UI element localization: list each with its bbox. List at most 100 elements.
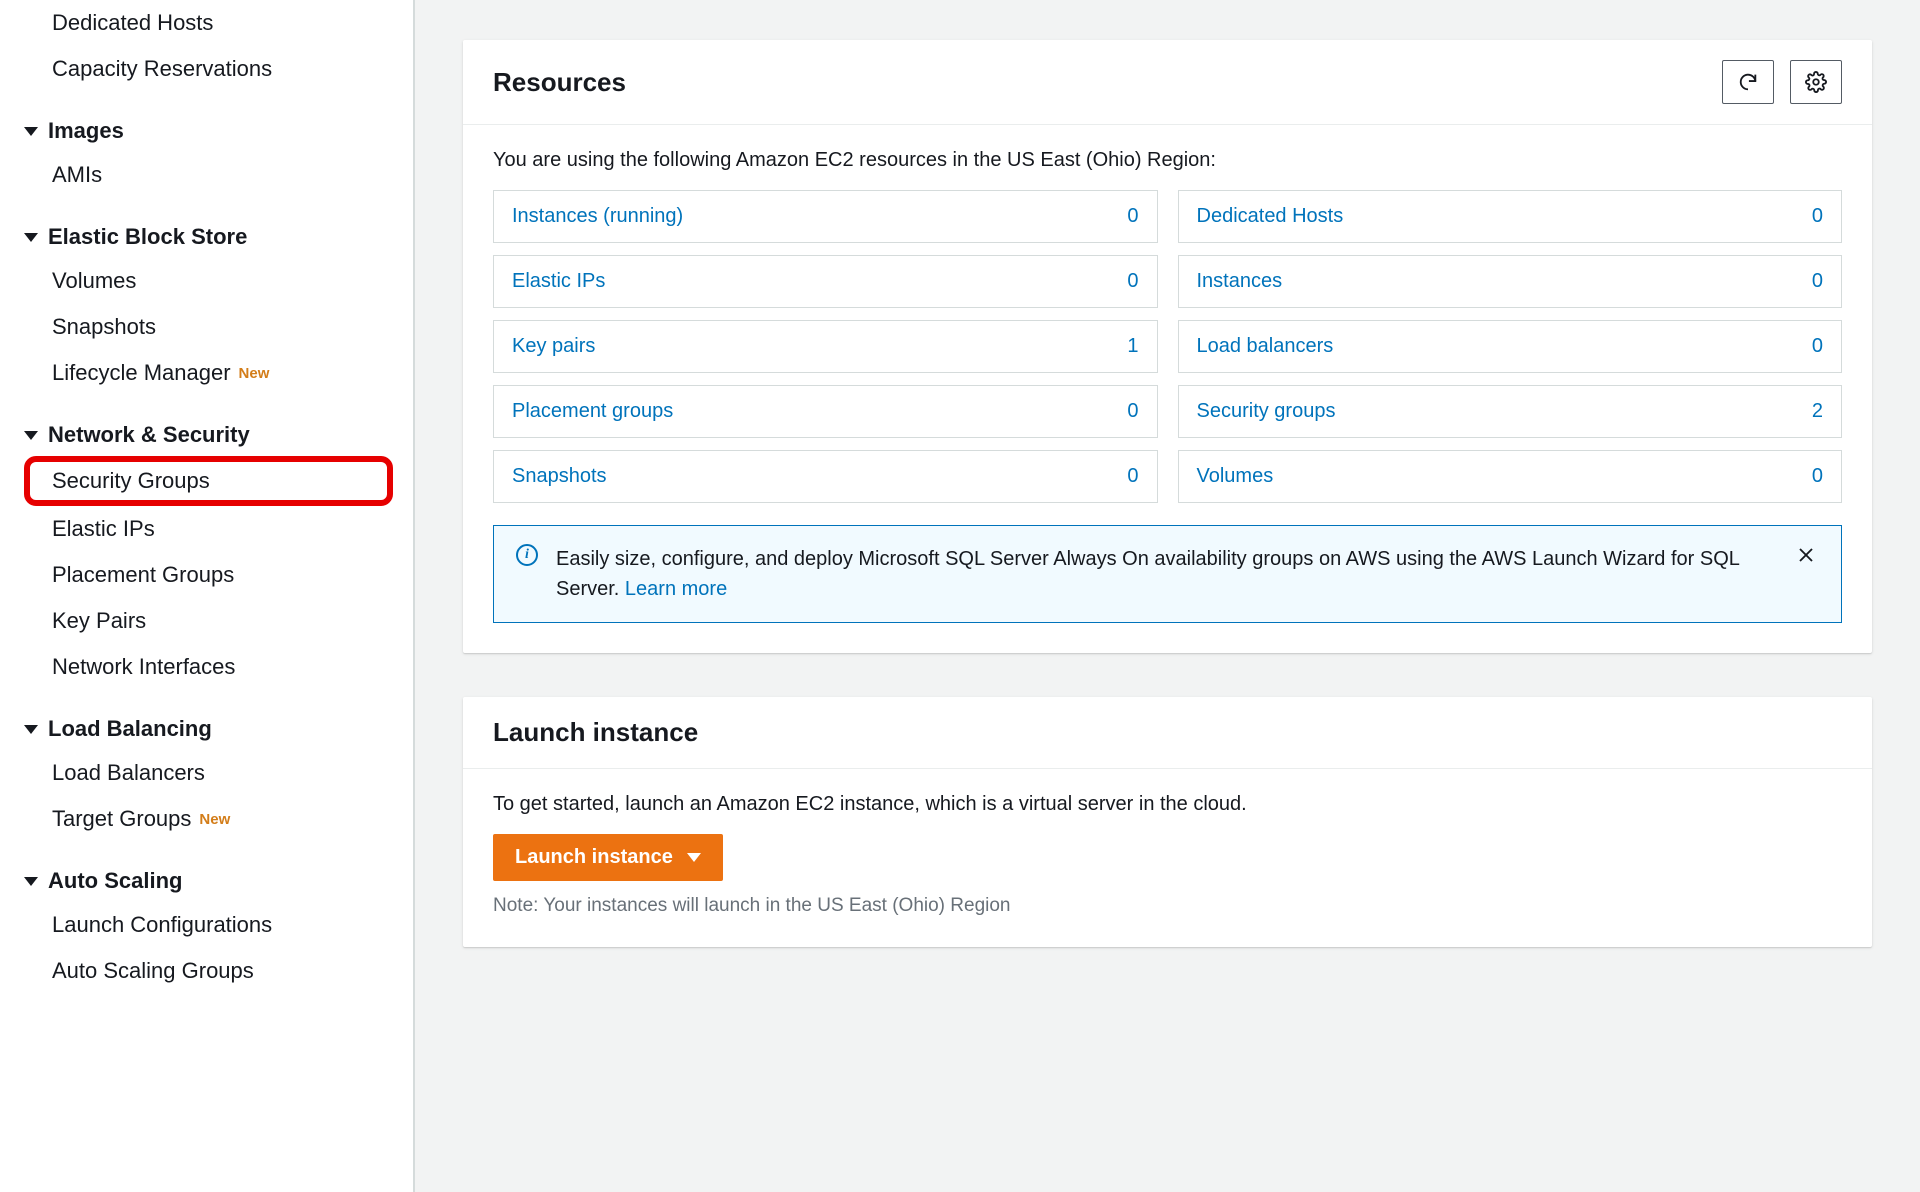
sidebar-section-auto-scaling[interactable]: Auto Scaling bbox=[24, 868, 393, 894]
main-content: Resources You are using the following Am… bbox=[415, 0, 1920, 1192]
sidebar-section-label: Elastic Block Store bbox=[48, 224, 247, 250]
tile-label: Load balancers bbox=[1197, 335, 1334, 358]
tile-snapshots[interactable]: Snapshots 0 bbox=[493, 450, 1158, 503]
sidebar-item-auto-scaling-groups[interactable]: Auto Scaling Groups bbox=[24, 948, 393, 994]
tile-label: Snapshots bbox=[512, 465, 607, 488]
tile-instances[interactable]: Instances 0 bbox=[1178, 255, 1843, 308]
sidebar-item-label: Security Groups bbox=[52, 468, 210, 494]
sidebar-section-label: Images bbox=[48, 118, 124, 144]
tile-count: 0 bbox=[1812, 270, 1823, 293]
caret-down-icon bbox=[687, 853, 701, 862]
resource-tiles: Instances (running) 0 Dedicated Hosts 0 … bbox=[493, 190, 1842, 503]
ec2-sidebar: Dedicated Hosts Capacity Reservations Im… bbox=[0, 0, 415, 1192]
sidebar-section-load-balancing[interactable]: Load Balancing bbox=[24, 716, 393, 742]
tile-placement-groups[interactable]: Placement groups 0 bbox=[493, 385, 1158, 438]
launch-button-label: Launch instance bbox=[515, 846, 673, 869]
sidebar-item-elastic-ips[interactable]: Elastic IPs bbox=[24, 506, 393, 552]
tile-count: 0 bbox=[1812, 465, 1823, 488]
tile-instances-running[interactable]: Instances (running) 0 bbox=[493, 190, 1158, 243]
sidebar-item-capacity-reservations[interactable]: Capacity Reservations bbox=[24, 46, 393, 92]
resources-panel-body: You are using the following Amazon EC2 r… bbox=[463, 125, 1872, 653]
sidebar-item-placement-groups[interactable]: Placement Groups bbox=[24, 552, 393, 598]
resources-title: Resources bbox=[493, 67, 626, 98]
info-banner: i Easily size, configure, and deploy Mic… bbox=[493, 525, 1842, 623]
info-close-button[interactable] bbox=[1793, 544, 1819, 570]
sidebar-item-label: Target Groups bbox=[52, 806, 191, 832]
tile-count: 0 bbox=[1812, 205, 1823, 228]
tile-label: Security groups bbox=[1197, 400, 1336, 423]
launch-title: Launch instance bbox=[493, 717, 698, 748]
tile-label: Instances (running) bbox=[512, 205, 683, 228]
resources-panel-header: Resources bbox=[463, 40, 1872, 125]
sidebar-item-lifecycle-manager[interactable]: Lifecycle Manager New bbox=[24, 350, 393, 396]
sidebar-section-ebs[interactable]: Elastic Block Store bbox=[24, 224, 393, 250]
launch-panel-header: Launch instance bbox=[463, 697, 1872, 769]
tile-key-pairs[interactable]: Key pairs 1 bbox=[493, 320, 1158, 373]
tile-count: 1 bbox=[1127, 335, 1138, 358]
sidebar-item-label: Volumes bbox=[52, 268, 136, 294]
launch-panel-body: To get started, launch an Amazon EC2 ins… bbox=[463, 769, 1872, 947]
info-text: Easily size, configure, and deploy Micro… bbox=[556, 548, 1739, 600]
caret-down-icon bbox=[24, 233, 38, 242]
tile-count: 0 bbox=[1127, 400, 1138, 423]
refresh-button[interactable] bbox=[1722, 60, 1774, 104]
caret-down-icon bbox=[24, 431, 38, 440]
sidebar-section-network-security[interactable]: Network & Security bbox=[24, 422, 393, 448]
sidebar-section-images[interactable]: Images bbox=[24, 118, 393, 144]
caret-down-icon bbox=[24, 877, 38, 886]
resources-intro: You are using the following Amazon EC2 r… bbox=[493, 149, 1842, 172]
sidebar-item-launch-configurations[interactable]: Launch Configurations bbox=[24, 902, 393, 948]
resources-panel: Resources You are using the following Am… bbox=[463, 40, 1872, 653]
info-message: Easily size, configure, and deploy Micro… bbox=[556, 544, 1775, 604]
tile-count: 0 bbox=[1127, 205, 1138, 228]
settings-button[interactable] bbox=[1790, 60, 1842, 104]
launch-text: To get started, launch an Amazon EC2 ins… bbox=[493, 793, 1842, 816]
refresh-icon bbox=[1737, 71, 1759, 93]
tile-load-balancers[interactable]: Load balancers 0 bbox=[1178, 320, 1843, 373]
sidebar-section-label: Load Balancing bbox=[48, 716, 212, 742]
sidebar-item-amis[interactable]: AMIs bbox=[24, 152, 393, 198]
sidebar-item-label: Launch Configurations bbox=[52, 912, 272, 938]
tile-label: Key pairs bbox=[512, 335, 595, 358]
sidebar-item-label: Snapshots bbox=[52, 314, 156, 340]
sidebar-item-label: Load Balancers bbox=[52, 760, 205, 786]
tile-label: Volumes bbox=[1197, 465, 1274, 488]
sidebar-item-target-groups[interactable]: Target Groups New bbox=[24, 796, 393, 842]
sidebar-item-dedicated-hosts[interactable]: Dedicated Hosts bbox=[24, 0, 393, 46]
sidebar-item-label: Auto Scaling Groups bbox=[52, 958, 254, 984]
sidebar-section-label: Auto Scaling bbox=[48, 868, 182, 894]
sidebar-item-label: Lifecycle Manager bbox=[52, 360, 231, 386]
sidebar-item-label: Capacity Reservations bbox=[52, 56, 272, 82]
caret-down-icon bbox=[24, 725, 38, 734]
close-icon bbox=[1797, 546, 1815, 564]
tile-label: Instances bbox=[1197, 270, 1283, 293]
sidebar-item-network-interfaces[interactable]: Network Interfaces bbox=[24, 644, 393, 690]
tile-security-groups[interactable]: Security groups 2 bbox=[1178, 385, 1843, 438]
caret-down-icon bbox=[24, 127, 38, 136]
tile-volumes[interactable]: Volumes 0 bbox=[1178, 450, 1843, 503]
tile-elastic-ips[interactable]: Elastic IPs 0 bbox=[493, 255, 1158, 308]
tile-count: 2 bbox=[1812, 400, 1823, 423]
tile-label: Elastic IPs bbox=[512, 270, 605, 293]
sidebar-item-label: AMIs bbox=[52, 162, 102, 188]
tile-count: 0 bbox=[1812, 335, 1823, 358]
sidebar-item-label: Dedicated Hosts bbox=[52, 10, 213, 36]
tile-dedicated-hosts[interactable]: Dedicated Hosts 0 bbox=[1178, 190, 1843, 243]
gear-icon bbox=[1805, 71, 1827, 93]
info-learn-more-link[interactable]: Learn more bbox=[625, 578, 727, 600]
sidebar-item-load-balancers[interactable]: Load Balancers bbox=[24, 750, 393, 796]
tile-label: Dedicated Hosts bbox=[1197, 205, 1344, 228]
tile-count: 0 bbox=[1127, 270, 1138, 293]
new-badge: New bbox=[199, 811, 230, 828]
sidebar-item-volumes[interactable]: Volumes bbox=[24, 258, 393, 304]
sidebar-item-key-pairs[interactable]: Key Pairs bbox=[24, 598, 393, 644]
sidebar-item-snapshots[interactable]: Snapshots bbox=[24, 304, 393, 350]
sidebar-section-label: Network & Security bbox=[48, 422, 250, 448]
tile-count: 0 bbox=[1127, 465, 1138, 488]
sidebar-item-security-groups[interactable]: Security Groups bbox=[24, 456, 393, 506]
sidebar-item-label: Placement Groups bbox=[52, 562, 234, 588]
new-badge: New bbox=[239, 365, 270, 382]
tile-label: Placement groups bbox=[512, 400, 673, 423]
launch-instance-button[interactable]: Launch instance bbox=[493, 834, 723, 881]
info-icon: i bbox=[516, 544, 538, 566]
